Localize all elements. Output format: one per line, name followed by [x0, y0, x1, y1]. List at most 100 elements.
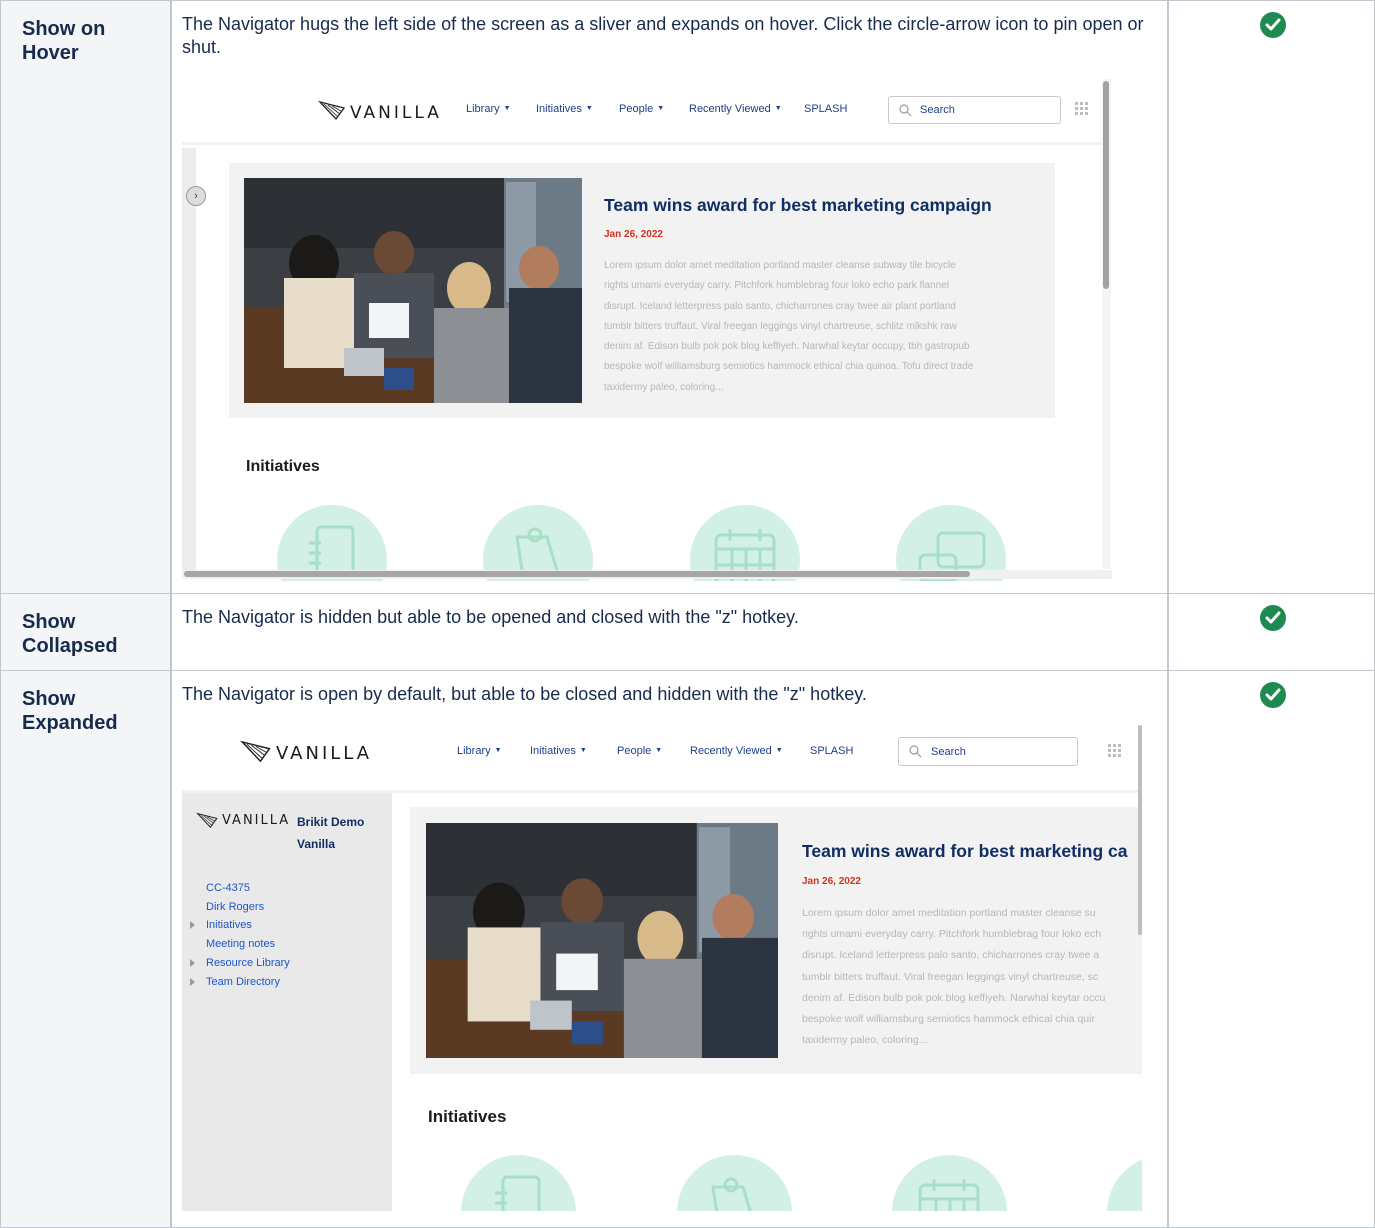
meeting-photo-illustration	[426, 823, 778, 1058]
nav-library[interactable]: Library ▼	[466, 103, 511, 115]
nav-splash[interactable]: SPLASH	[810, 745, 853, 757]
row-title: Show on Hover	[22, 17, 105, 65]
tree-item[interactable]: Dirk Rogers	[190, 898, 290, 917]
nav-recently-viewed[interactable]: Recently Viewed ▼	[690, 745, 783, 757]
description-text: The Navigator is hidden but able to be o…	[182, 607, 799, 627]
page-tree: CC-4375 Dirk Rogers Initiatives Meeting …	[190, 879, 290, 991]
check-circle-icon	[1260, 12, 1286, 38]
navigator-options-table: Show on Hover The Navigator hugs the lef…	[0, 0, 1375, 1228]
nav-label: SPLASH	[810, 745, 854, 757]
search-placeholder: Search	[931, 746, 966, 758]
vanilla-logo: VANILLA	[240, 737, 372, 764]
app-switcher-icon[interactable]	[1075, 102, 1088, 115]
tree-item[interactable]: Initiatives	[190, 916, 290, 935]
tree-item-label: Meeting notes	[206, 938, 276, 951]
screenshot-show-on-hover: VANILLA Library ▼ Initiatives ▼ People ▼ Re…	[182, 79, 1112, 581]
excerpt-line: tumblr bitters truffaut. Viral freegan l…	[802, 970, 1099, 983]
horizontal-scrollbar[interactable]	[182, 570, 1112, 579]
expand-triangle-icon[interactable]	[190, 977, 195, 986]
featured-post-image	[426, 823, 778, 1058]
search-icon	[909, 745, 922, 758]
nav-label: People	[619, 103, 654, 115]
tree-item[interactable]: Meeting notes	[190, 935, 290, 954]
initiatives-heading: Initiatives	[246, 458, 320, 475]
excerpt-line: Lorem ipsum dolor amet meditation portla…	[604, 260, 956, 271]
nav-library[interactable]: Library ▼	[457, 745, 502, 757]
vanilla-logo: VANILLA	[318, 97, 442, 123]
initiative-document-icon[interactable]	[461, 1155, 576, 1211]
logo-text: VANILLA	[276, 743, 373, 764]
scrollbar-thumb[interactable]	[1103, 81, 1109, 289]
search-icon	[899, 104, 912, 117]
caret-down-icon: ▼	[655, 747, 663, 754]
nav-label: People	[617, 745, 652, 757]
tree-item[interactable]: Resource Library	[190, 954, 290, 973]
nav-initiatives[interactable]: Initiatives ▼	[536, 103, 593, 115]
excerpt-line: bespoke wolf williamsburg semiotics hamm…	[802, 1013, 1095, 1026]
meeting-photo-illustration	[244, 178, 582, 403]
tree-item-label: Dirk Rogers	[206, 900, 265, 913]
row-title: Show Collapsed	[22, 610, 118, 658]
app-switcher-icon[interactable]	[1108, 744, 1121, 757]
nav-recently-viewed[interactable]: Recently Viewed ▼	[689, 103, 782, 115]
nav-people[interactable]: People ▼	[619, 103, 664, 115]
sidebar-vanilla-logo[interactable]: VANILLA	[196, 811, 290, 829]
description-cell: The Navigator is open by default, but ab…	[172, 670, 1168, 1228]
pin-navigator-arrow-icon[interactable]: ›	[186, 186, 206, 206]
nav-splash[interactable]: SPLASH	[804, 103, 847, 115]
initiative-calendar-icon[interactable]	[892, 1155, 1007, 1211]
nav-label: Library	[466, 103, 500, 115]
featured-post-card[interactable]: Team wins award for best marketing ca Ja…	[410, 807, 1142, 1074]
status-cell	[1167, 0, 1375, 594]
description-cell: The Navigator is hidden but able to be o…	[172, 593, 1168, 671]
search-input[interactable]: Search	[898, 737, 1078, 766]
nav-people[interactable]: People ▼	[617, 745, 662, 757]
space-name-line: Vanilla	[297, 837, 336, 851]
table-row-show-on-hover: Show on Hover The Navigator hugs the lef…	[0, 0, 1375, 594]
caret-down-icon: ▼	[503, 105, 511, 112]
nav-label: Library	[457, 745, 491, 757]
row-title-line: Collapsed	[22, 635, 118, 657]
vanilla-cone-icon	[240, 740, 271, 762]
excerpt-line: tumblr bitters truffaut. Viral freegan l…	[604, 320, 957, 332]
initiatives-heading: Initiatives	[428, 1107, 507, 1126]
check-circle-icon	[1260, 682, 1286, 708]
scrollbar-thumb[interactable]	[184, 571, 970, 577]
featured-post-date: Jan 26, 2022	[802, 876, 861, 887]
row-title-line: Show	[22, 688, 76, 710]
tree-item[interactable]: Team Directory	[190, 973, 290, 992]
search-input[interactable]: Search	[888, 96, 1061, 124]
caret-down-icon: ▼	[494, 747, 502, 754]
description-text: The Navigator is open by default, but ab…	[182, 684, 867, 704]
excerpt-line: taxidermy paleo, coloring...	[802, 1034, 928, 1047]
initiative-clipboard-icon[interactable]	[677, 1155, 792, 1211]
expand-triangle-icon[interactable]	[190, 958, 195, 967]
tree-item-label: Resource Library	[206, 956, 290, 969]
expand-triangle-icon[interactable]	[190, 921, 195, 930]
logo-text: VANILLA	[350, 103, 442, 123]
vertical-scrollbar[interactable]	[1138, 725, 1142, 1211]
featured-post-title[interactable]: Team wins award for best marketing ca	[802, 841, 1127, 862]
row-header-cell: Show on Hover	[0, 0, 172, 594]
featured-post-title[interactable]: Team wins award for best marketing campa…	[604, 195, 992, 216]
excerpt-line: denim af. Edison bulb pok pok blog keffi…	[604, 341, 970, 353]
featured-post-card[interactable]: Team wins award for best marketing campa…	[229, 163, 1055, 418]
scrollbar-thumb[interactable]	[1138, 725, 1142, 935]
space-name[interactable]: Brikit Demo Vanilla	[297, 811, 377, 855]
vanilla-cone-icon	[196, 812, 218, 829]
status-cell	[1167, 670, 1375, 1228]
tree-item[interactable]: CC-4375	[190, 879, 290, 898]
nav-label: Recently Viewed	[690, 745, 772, 757]
excerpt-line: rights umami everyday carry. Pitchfork h…	[604, 280, 949, 292]
excerpt-line: disrupt. Iceland letterpress palo santo,…	[604, 300, 956, 312]
nav-initiatives[interactable]: Initiatives ▼	[530, 745, 587, 757]
table-row-show-expanded: Show Expanded The Navigator is open by d…	[0, 670, 1375, 1228]
excerpt-line: disrupt. Iceland letterpress palo santo,…	[802, 949, 1100, 962]
caret-down-icon: ▼	[657, 105, 665, 112]
vertical-scrollbar[interactable]	[1102, 79, 1111, 569]
featured-post-date: Jan 26, 2022	[604, 229, 663, 240]
initiative-chat-icon[interactable]	[1107, 1155, 1142, 1211]
top-navigation-bar: VANILLA Library ▼ Initiatives ▼ People ▼ Re…	[182, 79, 1102, 145]
excerpt-line: denim af. Edison bulb pok pok blog keffi…	[802, 991, 1106, 1004]
nav-label: Recently Viewed	[689, 103, 771, 115]
